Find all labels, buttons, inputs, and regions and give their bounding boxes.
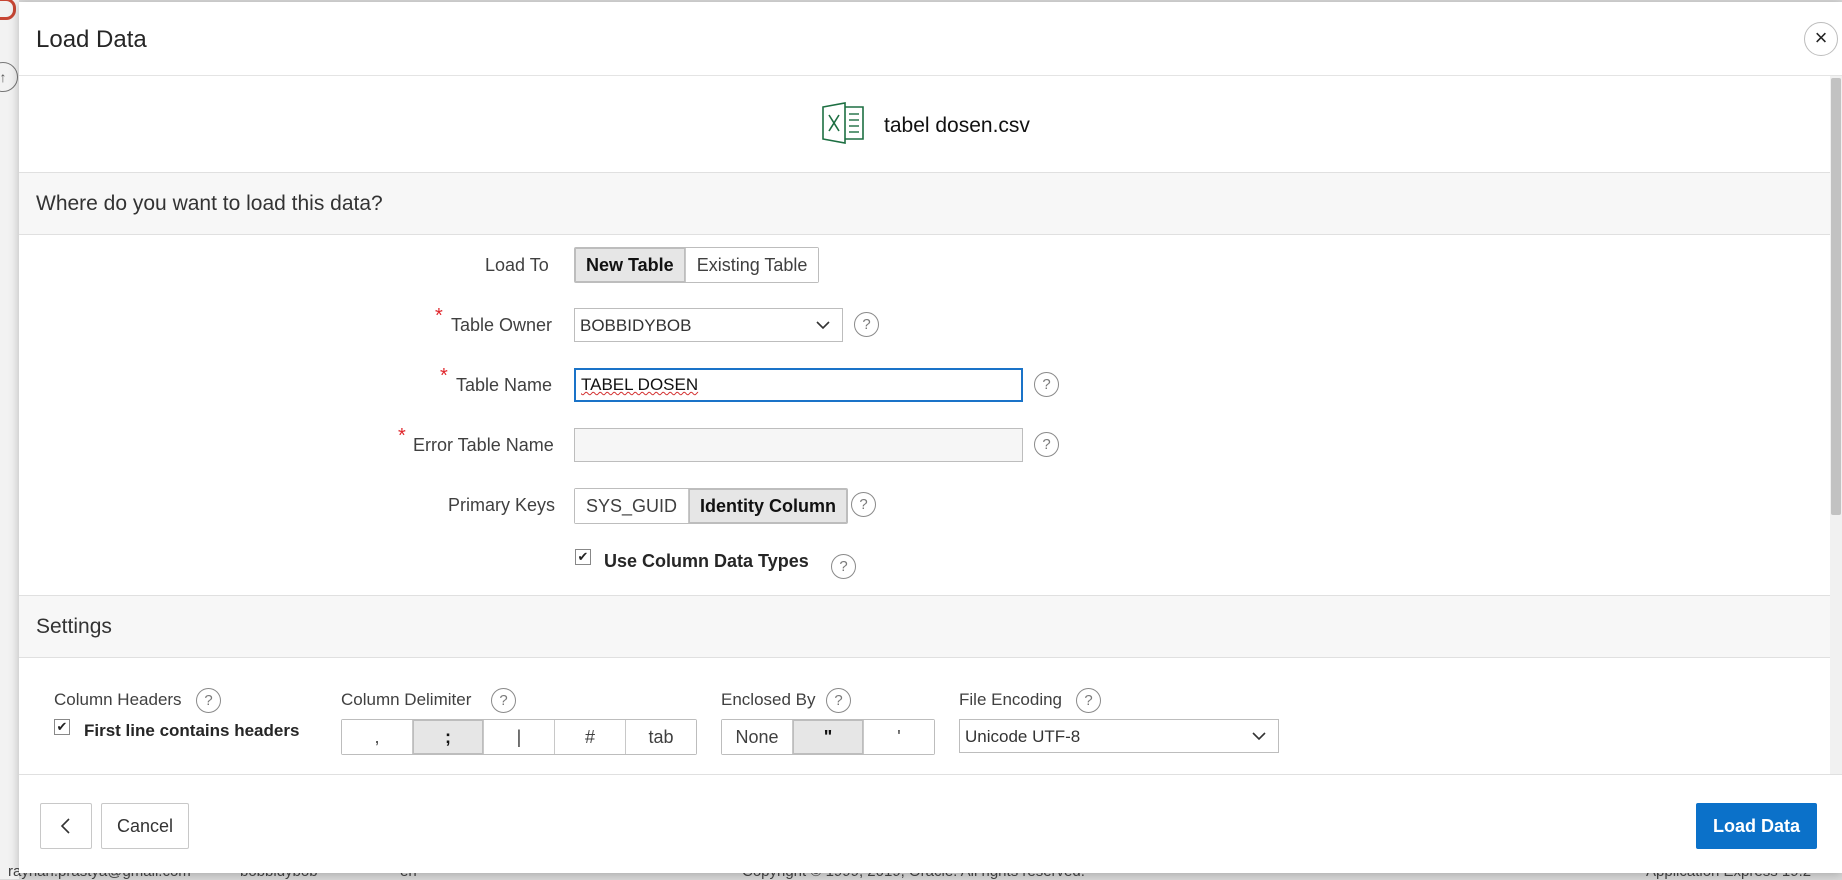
load-to-new-table[interactable]: New Table [575, 248, 686, 282]
column-delimiter-segmented: , ; | # tab [341, 719, 697, 755]
load-to-existing-table[interactable]: Existing Table [685, 248, 819, 282]
help-icon[interactable]: ? [831, 554, 856, 579]
error-table-name-input[interactable] [574, 428, 1023, 462]
excel-file-icon [821, 101, 867, 150]
required-marker: * [440, 365, 448, 387]
checkmark-icon: ✔ [56, 719, 68, 734]
load-data-button[interactable]: Load Data [1696, 803, 1817, 849]
table-name-label: Table Name [456, 375, 553, 395]
enclosed-by-segmented: None " ' [721, 719, 935, 755]
help-icon[interactable]: ? [1034, 372, 1059, 397]
column-headers-label: Column Headers [54, 690, 182, 709]
table-owner-select[interactable]: BOBBIDYBOB [574, 308, 843, 342]
load-target-section-title: Where do you want to load this data? [36, 192, 383, 215]
chevron-down-icon [816, 309, 830, 355]
help-icon[interactable]: ? [1076, 688, 1101, 713]
primary-key-identity-column[interactable]: Identity Column [689, 489, 848, 523]
enclosed-by-label: Enclosed By [721, 690, 816, 709]
close-button[interactable]: × [1804, 22, 1838, 56]
file-encoding-label: File Encoding [959, 690, 1063, 709]
cancel-button[interactable]: Cancel [101, 803, 189, 849]
use-column-data-types-checkbox[interactable]: ✔ [575, 549, 591, 565]
load-data-dialog: Load Data × tabel dosen.csv Where do you… [19, 2, 1842, 873]
primary-keys-label: Primary Keys [448, 495, 556, 515]
help-icon[interactable]: ? [196, 688, 221, 713]
enclosed-single-quote[interactable]: ' [864, 720, 934, 754]
help-icon[interactable]: ? [491, 688, 516, 713]
file-encoding-select[interactable]: Unicode UTF-8 [959, 719, 1279, 753]
close-icon: × [1814, 25, 1828, 50]
dialog-scrollbar-thumb[interactable] [1831, 78, 1841, 515]
first-line-headers-checkbox[interactable]: ✔ [54, 719, 70, 735]
dialog-title: Load Data [36, 26, 147, 53]
back-button[interactable] [40, 803, 92, 849]
error-table-name-label: Error Table Name [413, 435, 554, 455]
required-marker: * [435, 305, 443, 327]
scroll-top-icon: ↑ [0, 62, 18, 92]
background-page-edge: ↑ [0, 0, 19, 879]
column-delimiter-label: Column Delimiter [341, 690, 472, 709]
enclosed-double-quote[interactable]: " [793, 720, 864, 754]
primary-key-sys-guid[interactable]: SYS_GUID [575, 489, 690, 523]
oracle-logo [0, 0, 16, 20]
dialog-footer: Cancel Load Data [19, 774, 1842, 873]
use-column-data-types-label: Use Column Data Types [604, 551, 809, 571]
delimiter-comma[interactable]: , [342, 720, 413, 754]
load-target-section-header: Where do you want to load this data? [19, 172, 1830, 235]
help-icon[interactable]: ? [854, 312, 879, 337]
file-encoding-value: Unicode UTF-8 [965, 727, 1081, 746]
settings-section-header: Settings [19, 595, 1830, 658]
delimiter-tab[interactable]: tab [626, 720, 696, 754]
delimiter-pipe[interactable]: | [484, 720, 555, 754]
help-icon[interactable]: ? [826, 688, 851, 713]
settings-section-title: Settings [36, 615, 112, 638]
primary-keys-segmented: SYS_GUID Identity Column [574, 488, 849, 524]
first-line-headers-label: First line contains headers [84, 721, 300, 740]
chevron-down-icon [1252, 720, 1266, 766]
help-icon[interactable]: ? [851, 492, 876, 517]
load-to-label: Load To [485, 255, 549, 275]
table-owner-label: Table Owner [451, 315, 553, 335]
help-icon[interactable]: ? [1034, 432, 1059, 457]
table-name-value: TABEL DOSEN [581, 375, 699, 394]
checkmark-icon: ✔ [577, 549, 589, 564]
table-owner-value: BOBBIDYBOB [580, 316, 692, 335]
required-marker: * [398, 425, 406, 447]
file-name: tabel dosen.csv [884, 114, 1030, 137]
chevron-left-icon [59, 816, 73, 836]
enclosed-none[interactable]: None [722, 720, 793, 754]
delimiter-semicolon[interactable]: ; [413, 720, 484, 754]
dialog-header: Load Data × [19, 2, 1842, 76]
load-to-segmented: New Table Existing Table [574, 247, 820, 283]
delimiter-hash[interactable]: # [555, 720, 626, 754]
file-info: tabel dosen.csv [19, 76, 1830, 172]
table-name-input[interactable]: TABEL DOSEN [574, 368, 1023, 402]
